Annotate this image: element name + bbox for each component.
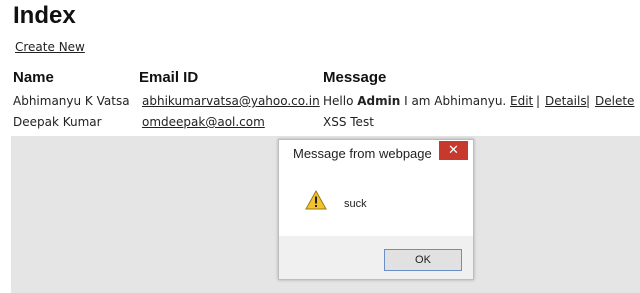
dialog-body: suck: [279, 166, 473, 236]
column-header-message: Message: [323, 69, 387, 86]
page: Index Create New Name Email ID Message A…: [0, 0, 640, 293]
table-row-message: Hello Admin I am Abhimanyu.: [323, 94, 506, 108]
table-row-email-link[interactable]: abhikumarvatsa@yahoo.co.in: [142, 94, 320, 108]
table-row-email-link[interactable]: omdeepak@aol.com: [142, 115, 265, 129]
message-text: Hello: [323, 94, 358, 108]
details-link[interactable]: Details: [545, 94, 587, 108]
dialog-message: suck: [344, 198, 367, 210]
action-separator: |: [536, 94, 541, 108]
close-icon: ✕: [448, 143, 459, 158]
create-new-link[interactable]: Create New: [15, 40, 85, 54]
table-row-name: Abhimanyu K Vatsa: [13, 94, 130, 108]
dialog-title: Message from webpage: [293, 146, 432, 161]
message-bold-text: Admin: [357, 94, 401, 108]
alert-dialog: Message from webpage ✕ suck OK: [278, 139, 474, 280]
message-text: I am Abhimanyu.: [400, 94, 507, 108]
ok-button[interactable]: OK: [384, 249, 462, 271]
warning-icon: [305, 190, 327, 210]
action-separator: |: [586, 94, 591, 108]
dialog-titlebar[interactable]: Message from webpage ✕: [279, 140, 473, 166]
table-row-name: Deepak Kumar: [13, 115, 102, 129]
delete-link[interactable]: Delete: [595, 94, 634, 108]
edit-link[interactable]: Edit: [510, 94, 533, 108]
dialog-footer: OK: [279, 236, 473, 279]
close-button[interactable]: ✕: [439, 141, 468, 160]
table-row-message: XSS Test: [323, 115, 374, 129]
page-title: Index: [13, 2, 76, 29]
column-header-name: Name: [13, 69, 54, 86]
column-header-email: Email ID: [139, 69, 199, 86]
